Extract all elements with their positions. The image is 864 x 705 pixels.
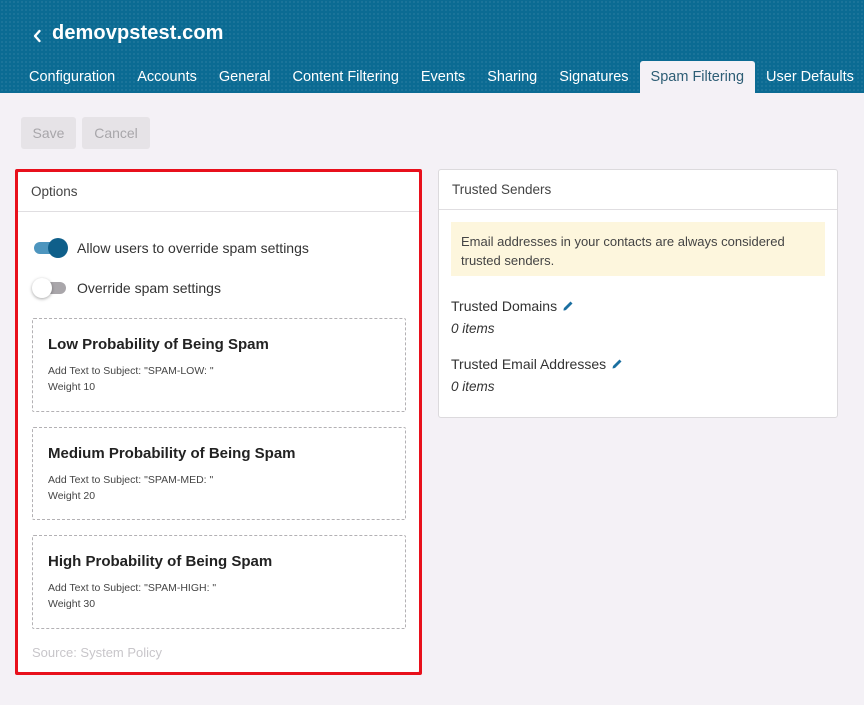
options-card: Options Allow users to override spam set… (17, 171, 420, 673)
spam-level-subject: Add Text to Subject: "SPAM-LOW: " (48, 365, 214, 377)
trusted-domains-count: 0 items (451, 321, 495, 336)
tab-accounts[interactable]: Accounts (126, 61, 208, 93)
tab-content-filtering[interactable]: Content Filtering (282, 61, 410, 93)
edit-emails-pencil-icon[interactable] (611, 358, 623, 370)
page-title: demovpstest.com (52, 22, 224, 44)
override-spam-row: Override spam settings (32, 278, 221, 298)
tab-bar: Configuration Accounts General Content F… (18, 61, 864, 93)
spam-level-subject: Add Text to Subject: "SPAM-MED: " (48, 474, 214, 486)
trusted-emails-label: Trusted Email Addresses (451, 356, 607, 372)
tab-configuration[interactable]: Configuration (18, 61, 126, 93)
edit-domains-pencil-icon[interactable] (562, 300, 574, 312)
trusted-domains-row: Trusted Domains (451, 298, 574, 314)
override-spam-label: Override spam settings (77, 280, 221, 296)
trusted-emails-row: Trusted Email Addresses (451, 356, 623, 372)
tab-spam-filtering[interactable]: Spam Filtering (639, 61, 756, 93)
trusted-emails-count: 0 items (451, 379, 495, 394)
app-header: demovpstest.com Configuration Accounts G… (0, 0, 864, 93)
tab-sharing[interactable]: Sharing (476, 61, 548, 93)
allow-override-row: Allow users to override spam settings (32, 238, 309, 258)
spam-level-title: High Probability of Being Spam (48, 553, 273, 570)
spam-level-weight: Weight 30 (48, 598, 96, 610)
spam-level-subject: Add Text to Subject: "SPAM-HIGH: " (48, 582, 217, 594)
chevron-left-icon[interactable] (27, 24, 47, 48)
allow-override-label: Allow users to override spam settings (77, 240, 309, 256)
save-button[interactable]: Save (21, 117, 76, 149)
spam-level-low[interactable]: Low Probability of Being Spam Add Text t… (32, 318, 406, 412)
source-policy-text: Source: System Policy (32, 645, 163, 660)
spam-level-title: Medium Probability of Being Spam (48, 445, 296, 462)
spam-level-weight: Weight 20 (48, 490, 96, 502)
tab-events[interactable]: Events (410, 61, 476, 93)
spam-level-high[interactable]: High Probability of Being Spam Add Text … (32, 535, 406, 629)
spam-level-title: Low Probability of Being Spam (48, 336, 269, 353)
options-card-title: Options (18, 172, 419, 212)
trusted-domains-label: Trusted Domains (451, 298, 558, 314)
cancel-button[interactable]: Cancel (82, 117, 150, 149)
trusted-senders-title: Trusted Senders (439, 170, 837, 210)
tab-general[interactable]: General (208, 61, 282, 93)
trusted-notice: Email addresses in your contacts are alw… (451, 222, 825, 276)
spam-level-weight: Weight 10 (48, 381, 96, 393)
allow-override-toggle[interactable] (32, 238, 68, 258)
trusted-senders-card: Trusted Senders Email addresses in your … (438, 169, 838, 418)
tab-user-defaults[interactable]: User Defaults (755, 61, 864, 93)
tab-signatures[interactable]: Signatures (548, 61, 639, 93)
override-spam-toggle[interactable] (32, 278, 68, 298)
spam-level-medium[interactable]: Medium Probability of Being Spam Add Tex… (32, 427, 406, 520)
